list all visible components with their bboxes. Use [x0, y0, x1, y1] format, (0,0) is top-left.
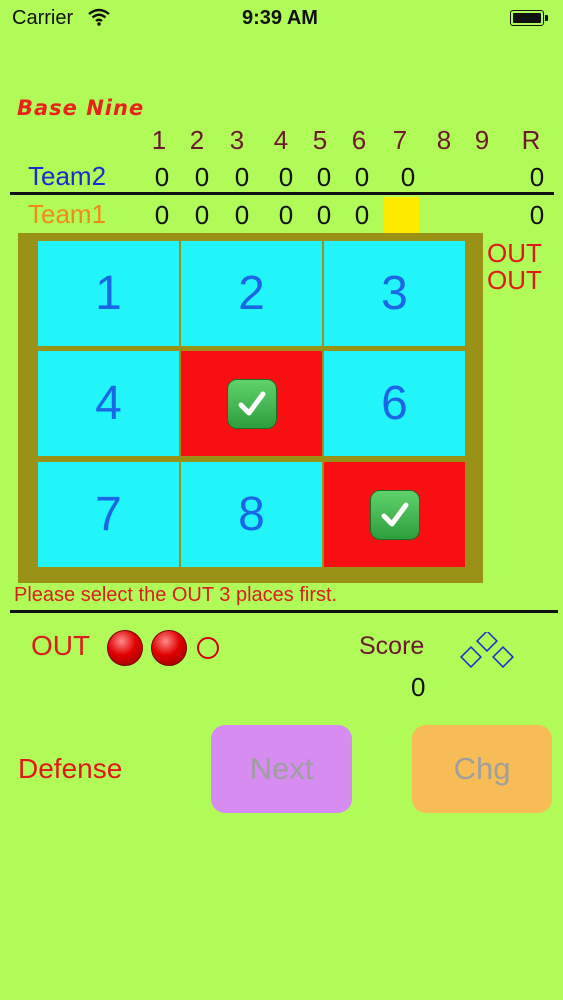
board-cell-6[interactable]: 6: [324, 351, 465, 456]
game-board: 1 2 3 4 6 7 8: [18, 233, 483, 583]
wifi-icon: [88, 8, 110, 26]
team2-inning-4: 0: [278, 162, 294, 192]
inning-header-4: 4: [273, 125, 289, 155]
inning-header-9: 9: [474, 125, 490, 155]
change-button[interactable]: Chg: [412, 725, 552, 813]
board-cell-label: 7: [95, 488, 122, 541]
team1-inning-6: 0: [354, 200, 370, 230]
inning-header-6: 6: [351, 125, 367, 155]
board-cell-3[interactable]: 3: [324, 241, 465, 346]
carrier-label: Carrier: [12, 7, 74, 29]
app-title: Base Nine: [17, 96, 145, 120]
inning-header-3: 3: [229, 125, 245, 155]
inning-header-2: 2: [189, 125, 205, 155]
board-cell-9[interactable]: [324, 462, 465, 567]
inning-header-7: 7: [392, 125, 408, 155]
team2-inning-5: 0: [316, 162, 332, 192]
team2-inning-2: 0: [194, 162, 210, 192]
team1-total: 0: [529, 200, 545, 230]
team1-inning-3: 0: [234, 200, 250, 230]
change-button-label: Chg: [453, 751, 511, 786]
team1-inning-4: 0: [278, 200, 294, 230]
inning-header-5: 5: [312, 125, 328, 155]
team1-name: Team1: [28, 199, 107, 229]
board-cell-label: 4: [95, 377, 122, 430]
checkmark-icon: [226, 378, 277, 429]
team2-inning-1: 0: [154, 162, 170, 192]
out-ball-empty: [197, 637, 219, 659]
runs-header: R: [521, 125, 541, 155]
instruction-message: Please select the OUT 3 places first.: [14, 584, 338, 606]
board-cell-4[interactable]: 4: [38, 351, 179, 456]
out-ball-filled-2: [151, 630, 187, 666]
team1-inning-1: 0: [154, 200, 170, 230]
checkmark-icon: [369, 489, 420, 540]
outs-label: OUT: [31, 630, 91, 661]
battery-icon: [510, 10, 550, 28]
board-cell-8[interactable]: 8: [181, 462, 322, 567]
board-cell-2[interactable]: 2: [181, 241, 322, 346]
board-cell-label: 6: [381, 377, 408, 430]
team1-inning-2: 0: [194, 200, 210, 230]
scoreboard-divider: [10, 192, 554, 195]
inning-header-8: 8: [436, 125, 452, 155]
team2-inning-6: 0: [354, 162, 370, 192]
next-button-label: Next: [249, 751, 314, 786]
team2-inning-7: 0: [400, 162, 416, 192]
board-cell-label: 8: [238, 488, 265, 541]
out-indicator-2: OUT: [487, 265, 542, 295]
mode-label: Defense: [18, 753, 123, 784]
out-ball-filled-1: [107, 630, 143, 666]
clock: 9:39 AM: [242, 7, 318, 29]
board-cell-5[interactable]: [181, 351, 322, 456]
team1-inning-5: 0: [316, 200, 332, 230]
inning-header-1: 1: [151, 125, 167, 155]
board-cell-label: 3: [381, 267, 408, 320]
team2-name: Team2: [28, 161, 107, 191]
board-cell-7[interactable]: 7: [38, 462, 179, 567]
board-cell-1[interactable]: 1: [38, 241, 179, 346]
score-label: Score: [359, 632, 425, 660]
team2-total: 0: [529, 162, 545, 192]
team2-inning-3: 0: [234, 162, 250, 192]
score-value: 0: [411, 672, 426, 702]
next-button[interactable]: Next: [211, 725, 352, 813]
current-inning-highlight: [384, 197, 419, 233]
board-cell-label: 2: [238, 267, 265, 320]
board-cell-label: 1: [95, 267, 122, 320]
section-divider: [10, 610, 558, 613]
bases-diamond-icon: [460, 632, 514, 668]
